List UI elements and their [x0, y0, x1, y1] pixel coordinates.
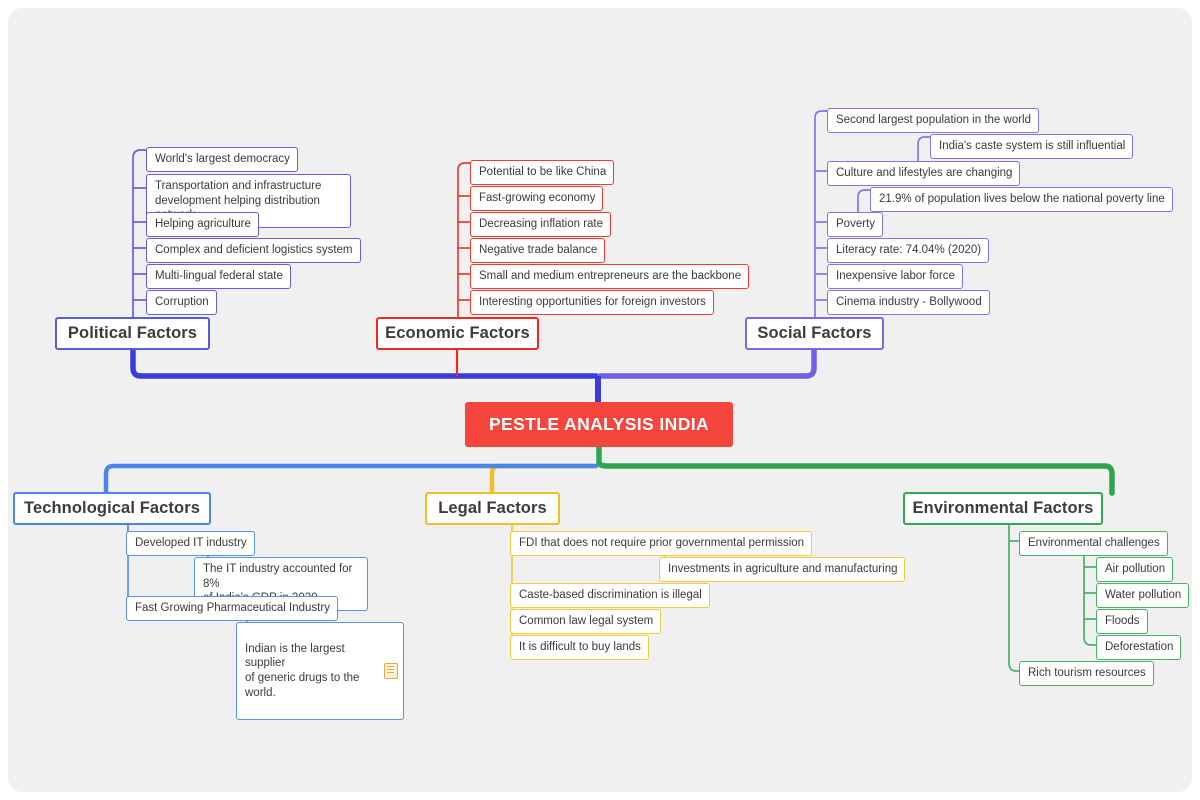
node-social-2[interactable]: Culture and lifestyles are changing: [827, 161, 1021, 186]
node-political-1[interactable]: World's largest democracy: [146, 147, 298, 172]
node-social-3[interactable]: Poverty: [827, 212, 883, 237]
node-political-4[interactable]: Complex and deficient logistics system: [146, 238, 361, 263]
node-political-6[interactable]: Corruption: [146, 290, 217, 315]
node-economic-5[interactable]: Small and medium entrepreneurs are the b…: [470, 264, 750, 289]
branch-header-legal[interactable]: Legal Factors: [425, 492, 560, 525]
branch-header-environmental[interactable]: Environmental Factors: [903, 492, 1103, 525]
branch-header-social[interactable]: Social Factors: [745, 317, 884, 350]
node-environmental-1-sub-3[interactable]: Floods: [1096, 609, 1148, 634]
node-technological-2-sub-1[interactable]: Indian is the largest supplier of generi…: [236, 622, 404, 721]
node-legal-1[interactable]: FDI that does not require prior governme…: [510, 531, 813, 556]
node-economic-1[interactable]: Potential to be like China: [470, 160, 615, 185]
node-technological-2-sub-1-label: Indian is the largest supplier of generi…: [245, 642, 360, 699]
node-environmental-2[interactable]: Rich tourism resources: [1019, 661, 1154, 686]
node-social-1[interactable]: Second largest population in the world: [827, 108, 1039, 133]
node-political-3[interactable]: Helping agriculture: [146, 212, 259, 237]
node-social-6[interactable]: Cinema industry - Bollywood: [827, 290, 990, 315]
branch-header-technological[interactable]: Technological Factors: [13, 492, 211, 525]
node-economic-3[interactable]: Decreasing inflation rate: [470, 212, 612, 237]
mindmap-stage: PESTLE ANALYSIS INDIA Political Factors …: [0, 0, 1200, 800]
center-node[interactable]: PESTLE ANALYSIS INDIA: [465, 402, 733, 447]
node-legal-2[interactable]: Caste-based discrimination is illegal: [510, 583, 710, 608]
node-social-2-sub-1[interactable]: India's caste system is still influentia…: [930, 134, 1134, 159]
node-social-5[interactable]: Inexpensive labor force: [827, 264, 963, 289]
node-technological-2[interactable]: Fast Growing Pharmaceutical Industry: [126, 596, 338, 621]
node-social-4[interactable]: Literacy rate: 74.04% (2020): [827, 238, 990, 263]
node-environmental-1[interactable]: Environmental challenges: [1019, 531, 1168, 556]
node-legal-4[interactable]: It is difficult to buy lands: [510, 635, 649, 660]
node-economic-4[interactable]: Negative trade balance: [470, 238, 606, 263]
node-political-5[interactable]: Multi-lingual federal state: [146, 264, 291, 289]
node-legal-1-sub-1[interactable]: Investments in agriculture and manufactu…: [659, 557, 906, 582]
node-environmental-1-sub-4[interactable]: Deforestation: [1096, 635, 1182, 660]
node-environmental-1-sub-1[interactable]: Air pollution: [1096, 557, 1174, 582]
branch-header-political[interactable]: Political Factors: [55, 317, 210, 350]
node-legal-3[interactable]: Common law legal system: [510, 609, 662, 634]
note-icon: [384, 663, 398, 680]
node-environmental-1-sub-2[interactable]: Water pollution: [1096, 583, 1190, 608]
node-technological-1[interactable]: Developed IT industry: [126, 531, 255, 556]
node-economic-6[interactable]: Interesting opportunities for foreign in…: [470, 290, 714, 315]
node-social-3-sub-1[interactable]: 21.9% of population lives below the nati…: [870, 187, 1173, 212]
node-economic-2[interactable]: Fast-growing economy: [470, 186, 604, 211]
branch-header-economic[interactable]: Economic Factors: [376, 317, 539, 350]
